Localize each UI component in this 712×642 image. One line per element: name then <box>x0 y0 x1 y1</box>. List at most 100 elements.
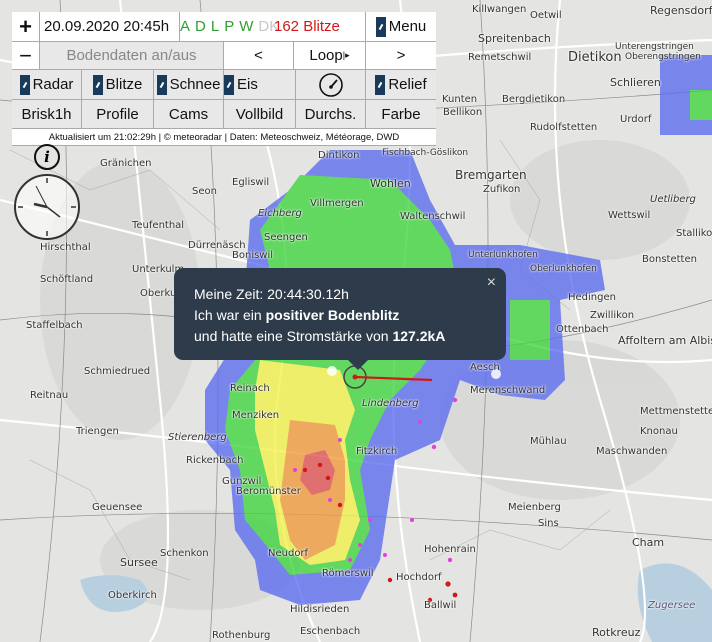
place-label: Ballwil <box>424 600 457 611</box>
durchs-button[interactable]: Durchs. <box>296 100 366 128</box>
place-label: Bonstetten <box>642 254 697 265</box>
relief-toggle[interactable]: Relief <box>366 70 436 99</box>
next-frame-button[interactable]: > <box>366 42 436 69</box>
place-label: Sursee <box>120 556 158 569</box>
brisk-button[interactable]: Brisk1h <box>12 100 82 128</box>
place-label: Regensdorf <box>650 4 712 17</box>
place-label: Hildisrieden <box>290 604 350 615</box>
schnee-toggle[interactable]: Schnee <box>154 70 224 99</box>
place-label: Lindenberg <box>362 398 419 409</box>
place-label: Wohlen <box>370 177 411 190</box>
loop-button[interactable]: Loop |▸ <box>294 42 366 69</box>
place-label: Reinach <box>230 383 270 394</box>
credits-line: Aktualisiert um 21:02:29h | © meteoradar… <box>12 129 436 146</box>
place-label: Rothenburg <box>212 630 271 641</box>
zoom-out-button[interactable]: − <box>12 42 40 69</box>
place-label: Gränichen <box>100 158 152 169</box>
place-label: Villmergen <box>310 198 364 209</box>
place-label: Knonau <box>640 426 678 437</box>
place-label: Maschwanden <box>596 446 668 457</box>
place-label: Rudolfstetten <box>530 122 598 133</box>
network-p[interactable]: P <box>224 18 234 35</box>
farbe-button[interactable]: Farbe <box>366 100 436 128</box>
info-icon: i <box>34 144 60 170</box>
radar-toggle[interactable]: Radar <box>12 70 82 99</box>
checkbox-icon <box>19 74 30 95</box>
place-label: Mühlau <box>530 436 567 447</box>
place-label: Reitnau <box>30 390 69 401</box>
place-label: Bremgarten <box>455 168 527 182</box>
eis-toggle[interactable]: Eis <box>224 70 296 99</box>
zoom-in-button[interactable]: + <box>12 12 40 41</box>
place-label: Merenschwand <box>470 385 546 396</box>
place-label: Boniswil <box>232 250 274 261</box>
checkbox-icon <box>224 74 234 95</box>
place-label: Oberengstringen <box>625 52 701 62</box>
place-label: Rotkreuz <box>592 626 641 639</box>
place-label: Stierenberg <box>168 432 227 443</box>
place-label: Dietikon <box>568 50 622 65</box>
place-label: Schöftland <box>40 274 94 285</box>
place-label: Oberlunkhofen <box>530 264 597 274</box>
place-label: Stallikon <box>676 228 712 239</box>
network-d[interactable]: D <box>195 18 206 35</box>
place-label: Fitzkirch <box>356 446 398 457</box>
place-label: Bergdietikon <box>502 94 566 105</box>
place-label: Menziken <box>232 410 280 421</box>
popup-current: und hatte eine Stromstärke von 127.2kA <box>194 328 446 344</box>
ground-data-toggle[interactable]: Bodendaten an/aus <box>40 42 224 69</box>
place-label: Kunten <box>442 94 478 105</box>
place-label: Killwangen <box>472 4 527 15</box>
menu-button[interactable]: Menu <box>366 12 436 41</box>
place-label: Waltenschwil <box>400 211 466 222</box>
control-panel: + 20.09.2020 20:45h A D L P W DK 162 Bli… <box>12 12 436 146</box>
place-label: Hohenrain <box>424 544 476 555</box>
place-label: Geuensee <box>92 502 143 513</box>
network-a[interactable]: A <box>180 18 190 35</box>
place-label: Zwillikon <box>590 310 635 321</box>
place-label: Schlieren <box>610 76 661 89</box>
place-label: Urdorf <box>620 114 652 125</box>
place-label: Teufenthal <box>132 220 185 231</box>
place-label: Schenkon <box>160 548 209 559</box>
checkbox-icon <box>375 74 386 95</box>
place-label: Ottenbach <box>556 324 609 335</box>
vollbild-button[interactable]: Vollbild <box>224 100 296 128</box>
place-label: Beromünster <box>236 486 301 497</box>
place-label: Hochdorf <box>396 572 442 583</box>
prev-frame-button[interactable]: < <box>224 42 294 69</box>
place-label: Oetwil <box>530 10 562 21</box>
place-label: Neudorf <box>268 548 309 559</box>
place-label: Affoltern am Albis <box>618 334 712 347</box>
popup-time: Meine Zeit: 20:44:30.12h <box>194 286 349 302</box>
network-l[interactable]: L <box>211 18 219 35</box>
profile-button[interactable]: Profile <box>82 100 154 128</box>
place-label: Staffelbach <box>26 320 83 331</box>
place-label: Römerswil <box>322 568 374 579</box>
close-icon[interactable]: × <box>487 272 496 293</box>
place-label: Eichberg <box>258 208 302 219</box>
place-label: Triengen <box>76 426 119 437</box>
gauge-button[interactable] <box>296 70 366 99</box>
place-label: Mettmenstetten <box>640 406 712 417</box>
checkbox-icon <box>156 74 167 95</box>
place-label: Wettswil <box>608 210 651 221</box>
place-label: Uetliberg <box>650 194 696 205</box>
info-button[interactable]: i <box>30 143 64 171</box>
place-label: Hedingen <box>568 292 616 303</box>
place-label: Schmiedrued <box>84 366 151 377</box>
place-label: Dürrenäsch <box>188 240 246 251</box>
cams-button[interactable]: Cams <box>154 100 224 128</box>
place-label: Unterlunkhofen <box>468 250 538 260</box>
place-label: Unterengstringen <box>615 42 694 52</box>
place-label: Hirschthal <box>40 242 91 253</box>
network-indicators: A D L P W DK <box>180 12 279 41</box>
place-label: Spreitenbach <box>478 32 551 45</box>
popup-type: Ich war ein positiver Bodenblitz <box>194 307 400 323</box>
blitze-toggle[interactable]: Blitze <box>82 70 154 99</box>
checkbox-icon <box>92 74 103 95</box>
play-icon: |▸ <box>342 50 350 60</box>
place-label: Zugersee <box>648 600 696 611</box>
clock-icon[interactable] <box>12 172 82 242</box>
network-w[interactable]: W <box>239 18 253 35</box>
